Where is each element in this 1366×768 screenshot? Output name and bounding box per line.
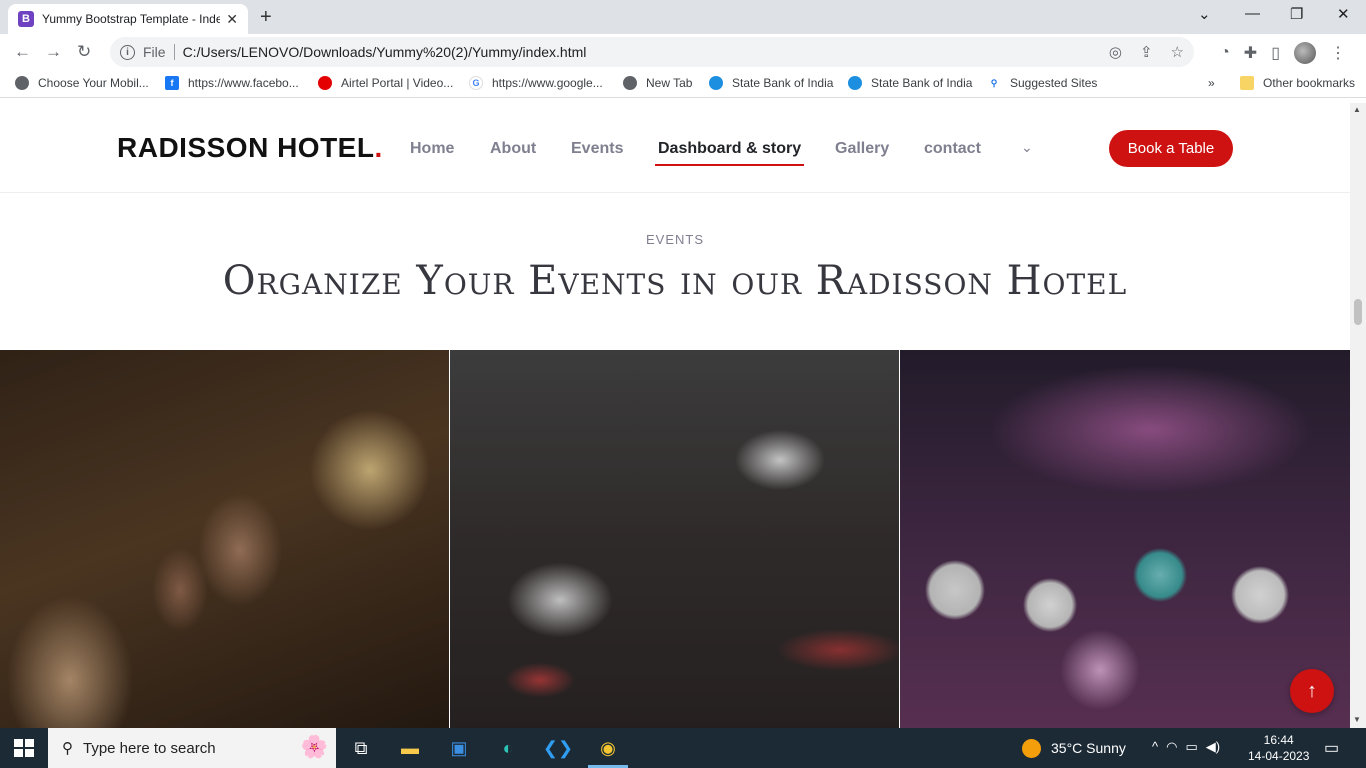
task-view-icon[interactable]: ⧉ [349, 736, 373, 760]
address-bar[interactable]: i File C:/Users/LENOVO/Downloads/Yummy%2… [110, 37, 1194, 67]
bookmark-item[interactable]: ⚲ Suggested Sites [987, 76, 1097, 90]
browser-tab[interactable]: B Yummy Bootstrap Template - Index ✕ [8, 4, 248, 34]
minimize-icon[interactable]: — [1245, 5, 1260, 22]
restore-icon[interactable]: ❐ [1290, 5, 1303, 23]
site-logo[interactable]: RADISSON HOTEL. [117, 132, 383, 164]
nav-home[interactable]: Home [410, 140, 454, 158]
sbi-icon [848, 76, 862, 90]
wifi-icon[interactable]: ◠ [1166, 739, 1177, 755]
chrome-icon[interactable]: ◉ [596, 736, 620, 760]
nav-gallery[interactable]: Gallery [835, 140, 889, 158]
site-info-icon[interactable]: i [120, 44, 135, 60]
vscode-icon[interactable]: ❮❯ [543, 736, 573, 760]
weather-text[interactable]: 35°C Sunny [1051, 740, 1126, 756]
nav-dashboard-story[interactable]: Dashboard & story [658, 140, 801, 158]
section-title: Organize Your Events in our Radisson Hot… [222, 258, 1128, 304]
sbi-icon [709, 76, 723, 90]
windows-taskbar: ⚲ Type here to search 🌸 ⧉ ▬ ▣ ◐ ❮❯ ◉ 35°… [0, 728, 1366, 768]
event-photo-lanterns[interactable] [900, 350, 1350, 728]
menu-kebab-icon[interactable]: ⋮ [1330, 43, 1346, 63]
bootstrap-favicon-icon: B [18, 11, 34, 27]
chevron-down-icon[interactable]: ⌄ [1021, 139, 1033, 156]
omnibox-actions: ◎ ⇪ ☆ [1109, 43, 1184, 61]
bookmarks-bar: Choose Your Mobil... f https://www.facebo… [0, 70, 1366, 98]
events-gallery [0, 350, 1350, 728]
scroll-thumb[interactable] [1354, 299, 1362, 325]
nav-about[interactable]: About [490, 140, 536, 158]
forward-icon[interactable]: → [45, 42, 62, 62]
more-bookmarks-icon[interactable]: » [1208, 76, 1215, 90]
section-label: EVENTS [645, 232, 704, 247]
bookmark-item[interactable]: Airtel Portal | Video... [318, 76, 453, 90]
globe-icon [15, 76, 29, 90]
facebook-icon: f [165, 76, 179, 90]
back-to-top-button[interactable]: ↑ [1290, 669, 1334, 713]
notification-icon[interactable]: ▭ [1324, 738, 1339, 758]
chevron-up-icon[interactable]: ^ [1152, 739, 1158, 755]
google-icon: G [469, 76, 483, 90]
weather-sun-icon[interactable] [1022, 739, 1041, 758]
taskbar-clock[interactable]: 16:44 14-04-2023 [1248, 732, 1309, 764]
store-icon[interactable]: ▣ [447, 736, 471, 760]
extensions-puzzle-icon[interactable]: ✚ [1244, 43, 1257, 63]
site-header: RADISSON HOTEL. Home About Events Dashbo… [0, 103, 1350, 193]
close-window-icon[interactable]: ✕ [1337, 5, 1350, 23]
new-tab-icon[interactable]: + [260, 6, 272, 29]
tracking-protection-icon[interactable]: ◎ [1109, 43, 1122, 61]
book-table-button[interactable]: Book a Table [1109, 130, 1233, 167]
url-scheme: File [143, 44, 166, 60]
bookmark-item[interactable]: New Tab [623, 76, 692, 90]
clock-date: 14-04-2023 [1248, 749, 1310, 763]
taskbar-search[interactable]: ⚲ Type here to search 🌸 [48, 728, 336, 768]
profile-avatar[interactable] [1294, 42, 1316, 64]
bookmark-item[interactable]: Choose Your Mobil... [15, 76, 149, 90]
active-nav-underline [655, 164, 804, 166]
event-photo-table-setting[interactable] [450, 350, 899, 728]
side-panel-icon[interactable]: ▯ [1271, 43, 1280, 63]
bookmark-item[interactable]: f https://www.facebo... [165, 76, 299, 90]
edge-icon[interactable]: ◐ [496, 736, 520, 760]
volume-icon[interactable]: ◀) [1206, 739, 1220, 755]
folder-icon [1240, 76, 1254, 90]
extensions-area: ◔ ✚ ▯ ⋮ [1220, 42, 1346, 64]
scroll-up-icon[interactable]: ▲ [1353, 105, 1361, 114]
tab-search-chevron-icon[interactable]: ⌄ [1198, 5, 1211, 23]
performance-icon[interactable]: ◔ [1220, 44, 1230, 62]
web-page: RADISSON HOTEL. Home About Events Dashbo… [0, 103, 1350, 728]
bookmark-item[interactable]: State Bank of India [709, 76, 833, 90]
search-placeholder: Type here to search [83, 739, 216, 757]
tab-title: Yummy Bootstrap Template - Index [42, 12, 220, 26]
page-scrollbar[interactable]: ▲ ▼ [1350, 103, 1366, 728]
close-tab-icon[interactable]: ✕ [226, 11, 238, 28]
scroll-down-icon[interactable]: ▼ [1353, 715, 1361, 724]
search-icon: ⚲ [62, 740, 73, 757]
system-tray: ^ ◠ ▭ ◀) [1152, 739, 1220, 755]
browser-tabstrip: B Yummy Bootstrap Template - Index ✕ + ⌄… [0, 0, 1366, 34]
bookmark-item[interactable]: State Bank of India [848, 76, 972, 90]
bookmark-item[interactable]: Ghttps://www.google... [469, 76, 603, 90]
clock-time: 16:44 [1263, 733, 1294, 747]
airtel-icon [318, 76, 332, 90]
nav-events[interactable]: Events [571, 140, 623, 158]
search-icon: ⚲ [987, 76, 1001, 90]
bookmark-star-icon[interactable]: ☆ [1171, 43, 1184, 61]
url-separator [173, 44, 175, 60]
globe-icon [623, 76, 637, 90]
event-photo-dinner[interactable] [0, 350, 449, 728]
share-icon[interactable]: ⇪ [1140, 43, 1153, 61]
nav-contact[interactable]: contact [924, 140, 981, 158]
battery-icon[interactable]: ▭ [1185, 739, 1197, 755]
other-bookmarks[interactable]: Other bookmarks [1240, 76, 1355, 90]
back-icon[interactable]: ← [14, 42, 31, 62]
file-explorer-icon[interactable]: ▬ [398, 736, 422, 760]
url-text[interactable]: C:/Users/LENOVO/Downloads/Yummy%20(2)/Yu… [183, 44, 587, 60]
browser-toolbar: ← → ↻ i File C:/Users/LENOVO/Downloads/Y… [0, 34, 1366, 70]
windows-start-icon[interactable] [14, 739, 34, 757]
reload-icon[interactable]: ↻ [77, 42, 91, 62]
search-highlight-icon: 🌸 [300, 734, 328, 759]
